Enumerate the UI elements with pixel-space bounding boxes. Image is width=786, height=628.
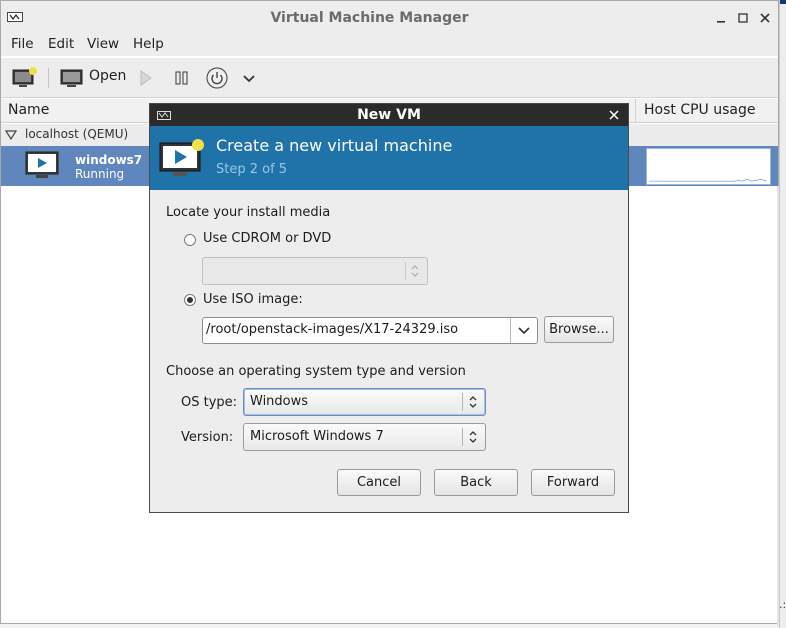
os-section-label: Choose an operating system type and vers…	[166, 364, 466, 379]
maximize-icon[interactable]	[735, 10, 751, 26]
browse-button[interactable]: Browse...	[544, 316, 614, 343]
column-host-cpu[interactable]: Host CPU usage	[635, 99, 778, 123]
cdrom-label[interactable]: Use CDROM or DVD	[203, 231, 331, 246]
run-button[interactable]	[137, 65, 155, 91]
play-icon	[140, 70, 152, 86]
dialog-title: New VM	[357, 107, 421, 123]
minimize-icon[interactable]	[713, 10, 729, 26]
window-titlebar: Virtual Machine Manager	[1, 1, 778, 34]
pause-button[interactable]	[173, 65, 191, 91]
dialog-titlebar: New VM	[150, 104, 628, 126]
toolbar: Open	[1, 58, 778, 98]
chevron-down-icon	[243, 75, 255, 83]
iso-path-combo[interactable]: /root/openstack-images/X17-24329.iso	[202, 317, 538, 344]
menu-help[interactable]: Help	[133, 36, 164, 52]
toolbar-separator	[48, 68, 49, 88]
column-name[interactable]: Name	[8, 102, 49, 118]
version-value: Microsoft Windows 7	[250, 429, 384, 444]
open-label: Open	[89, 68, 127, 84]
cdrom-radio[interactable]	[184, 234, 196, 246]
version-label: Version:	[181, 430, 234, 445]
expander-arrow-icon[interactable]	[5, 130, 17, 140]
new-vm-dialog: New VM Create a new virtual machine Step…	[149, 103, 629, 513]
version-select[interactable]: Microsoft Windows 7	[243, 423, 486, 451]
wizard-step: Step 2 of 5	[216, 162, 288, 177]
os-type-value: Windows	[250, 394, 309, 409]
cpu-usage-graph	[646, 148, 771, 185]
close-icon[interactable]	[757, 10, 773, 26]
new-vm-icon	[12, 67, 37, 87]
power-icon	[206, 67, 228, 89]
iso-radio[interactable]	[184, 294, 196, 306]
cdrom-device-select	[202, 257, 428, 285]
updown-arrows-icon	[411, 265, 419, 277]
new-vm-button[interactable]	[11, 65, 39, 91]
window-title: Virtual Machine Manager	[270, 10, 469, 26]
menu-file[interactable]: File	[11, 36, 34, 52]
iso-path-value[interactable]: /root/openstack-images/X17-24329.iso	[206, 322, 458, 337]
menu-edit[interactable]: Edit	[48, 36, 74, 52]
vm-running-icon	[25, 151, 59, 178]
os-type-select[interactable]: Windows	[243, 388, 486, 416]
updown-arrows-icon	[469, 431, 477, 443]
vm-status: Running	[75, 167, 125, 181]
back-button[interactable]: Back	[434, 469, 518, 496]
updown-arrows-icon	[469, 396, 477, 408]
menubar: File Edit View Help	[1, 34, 778, 56]
desktop-edge	[779, 0, 786, 628]
menu-view[interactable]: View	[87, 36, 119, 52]
dialog-close-icon[interactable]	[608, 107, 620, 125]
os-type-label: OS type:	[181, 395, 238, 410]
open-button[interactable]: Open	[59, 65, 129, 91]
pause-icon	[175, 71, 188, 85]
wizard-banner: Create a new virtual machine Step 2 of 5	[150, 126, 628, 190]
cancel-button[interactable]: Cancel	[337, 469, 421, 496]
shutdown-menu-button[interactable]	[241, 65, 257, 91]
wizard-heading: Create a new virtual machine	[216, 136, 453, 155]
monitor-icon	[60, 69, 83, 87]
forward-button[interactable]: Forward	[531, 469, 615, 496]
chevron-down-icon[interactable]	[517, 326, 531, 336]
create-vm-icon	[159, 139, 204, 176]
vm-name: windows7	[75, 153, 143, 167]
iso-label[interactable]: Use ISO image:	[203, 292, 303, 307]
shutdown-button[interactable]	[205, 65, 229, 91]
connection-label: localhost (QEMU)	[25, 127, 129, 141]
desktop-corner-mark: .:	[779, 598, 786, 611]
locate-media-label: Locate your install media	[166, 205, 331, 220]
